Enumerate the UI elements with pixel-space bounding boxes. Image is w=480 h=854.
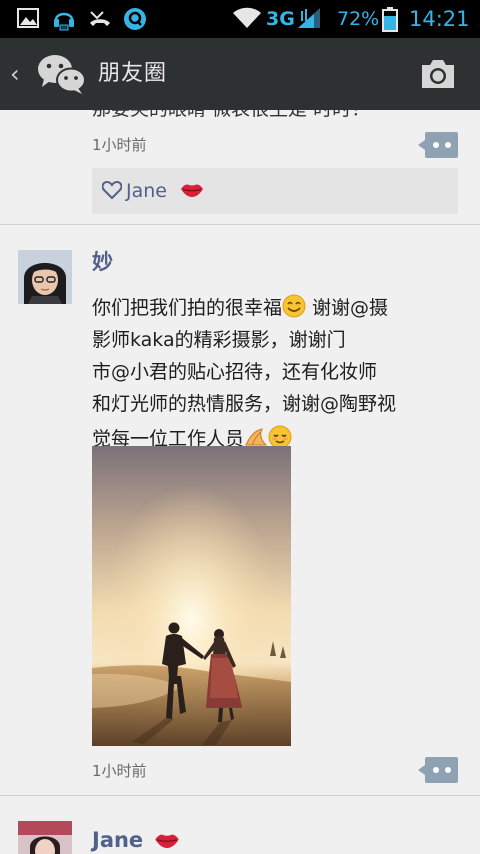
lips-emoji	[181, 184, 203, 197]
post-text: 你们把我们拍的很幸福 谢谢@摄 影师kaka的精彩摄影，谢谢门 市@小君的贴心招…	[92, 292, 470, 455]
camera-icon[interactable]	[418, 56, 458, 92]
comment-button[interactable]	[418, 757, 458, 783]
post-text-line: 市@小君的贴心招待，还有化妆师	[92, 361, 378, 383]
post-text-line: 和灯光师的热情服务，谢谢@陶野视	[92, 393, 397, 415]
moments-feed[interactable]: 那要突的眼睛 微表很生是 时时！ 1小时前 Jane 妙 你们	[0, 110, 480, 854]
post-author[interactable]: Jane	[92, 826, 143, 854]
battery-percent: 72%	[337, 8, 380, 30]
post-time: 1小时前	[92, 762, 147, 780]
signal-icon	[298, 8, 320, 28]
wechat-logo-icon[interactable]	[36, 52, 86, 96]
clock: 14:21	[409, 7, 470, 31]
like-name[interactable]: Jane	[126, 179, 167, 203]
post-text-line: 影师kaka的精彩摄影，谢谢门	[92, 329, 346, 351]
previous-post-text: 那要突的眼睛 微表很生是 时时！	[92, 110, 370, 122]
lips-emoji	[155, 834, 179, 848]
network-type: 3G	[266, 8, 295, 30]
comment-button[interactable]	[418, 132, 458, 158]
smile-emoji	[282, 294, 306, 318]
post-text-line: 谢谢@摄	[306, 297, 389, 319]
image-icon	[17, 8, 39, 28]
heart-icon	[102, 181, 122, 199]
post-photo[interactable]	[92, 446, 291, 746]
post-author[interactable]: 妙	[92, 248, 113, 276]
headset-icon	[54, 12, 74, 31]
missed-call-icon	[90, 11, 110, 26]
status-bar: 3G 72% 14:21	[0, 0, 480, 38]
post-text-line: 你们把我们拍的很幸福	[92, 297, 283, 319]
battery-icon	[382, 7, 398, 32]
likes-box: Jane	[92, 168, 458, 214]
post-time: 1小时前	[92, 136, 147, 154]
q-app-icon	[124, 8, 146, 30]
avatar[interactable]	[18, 250, 72, 304]
post-divider	[0, 795, 480, 796]
post-divider	[0, 224, 480, 225]
page-title: 朋友圈	[98, 61, 168, 86]
avatar[interactable]	[18, 821, 72, 854]
wifi-icon	[233, 7, 261, 28]
title-bar: ‹ 朋友圈	[0, 38, 480, 111]
chevron-left-icon[interactable]: ‹	[10, 60, 26, 88]
